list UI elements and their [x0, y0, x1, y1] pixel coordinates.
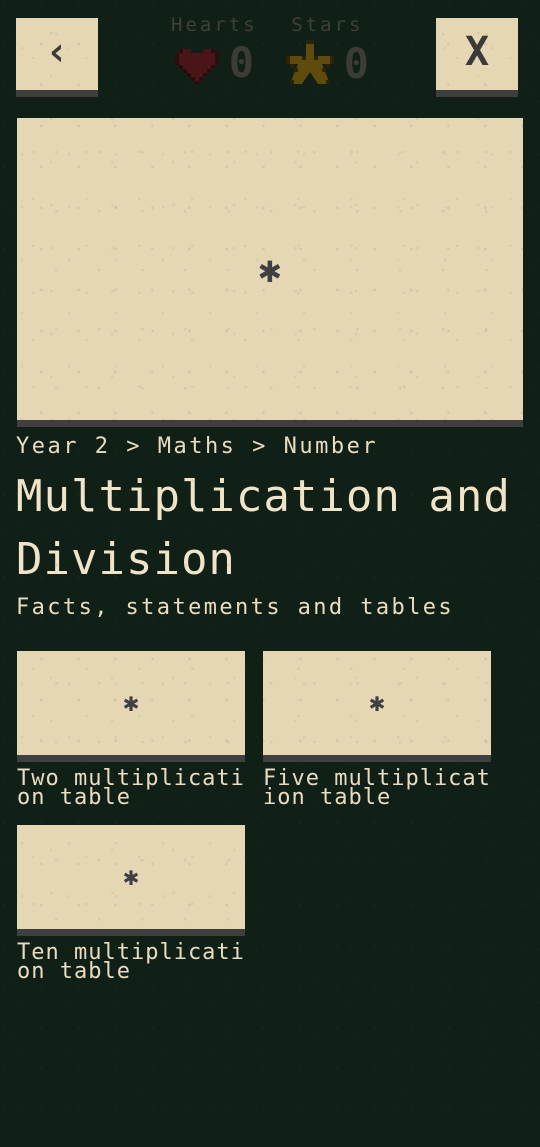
broken-image-icon: ✱	[123, 862, 139, 892]
close-icon: X	[464, 29, 490, 75]
counters-group: Hearts 0 Stars 0	[140, 14, 400, 88]
page-title: Multiplication and Division	[16, 471, 511, 585]
stars-row: 0	[285, 39, 369, 88]
topic-card-thumbnail: ✱	[17, 825, 245, 929]
topic-card-thumbnail: ✱	[263, 651, 491, 755]
hearts-counter: Hearts 0	[171, 14, 258, 88]
topic-card[interactable]: ✱ Five multiplication table	[263, 651, 491, 810]
broken-image-icon: ✱	[123, 688, 139, 718]
topic-card-grid: ✱ Two multiplication table ✱ Five multip…	[17, 651, 509, 984]
page-subtitle: Facts, statements and tables	[16, 595, 455, 621]
topic-card-label: Ten multiplication table	[17, 940, 245, 984]
content-header: Year 2 > Maths > Number Multiplication a…	[16, 434, 526, 622]
stars-label: Stars	[291, 14, 364, 36]
close-button[interactable]: X	[436, 18, 518, 90]
breadcrumb[interactable]: Year 2 > Maths > Number	[16, 434, 526, 460]
hero-image[interactable]: ✱	[17, 118, 523, 420]
hearts-row: 0	[174, 38, 254, 87]
topic-card-label: Two multiplication table	[17, 766, 245, 810]
hearts-label: Hearts	[171, 14, 258, 36]
app-root: ‹ Hearts 0 Stars 0 X ✱ Year 2 > Maths > …	[0, 0, 540, 1147]
chevron-left-icon: ‹	[44, 29, 70, 75]
topic-card[interactable]: ✱ Two multiplication table	[17, 651, 245, 810]
topic-card-label: Five multiplication table	[263, 766, 491, 810]
broken-image-icon: ✱	[369, 688, 385, 718]
broken-image-icon: ✱	[258, 247, 282, 291]
topic-card[interactable]: ✱ Ten multiplication table	[17, 825, 245, 984]
heart-icon	[174, 49, 219, 85]
stars-counter: Stars 0	[285, 14, 369, 88]
stars-value: 0	[343, 39, 369, 88]
back-button[interactable]: ‹	[16, 18, 98, 90]
topic-card-thumbnail: ✱	[17, 651, 245, 755]
top-bar: ‹ Hearts 0 Stars 0 X	[0, 0, 540, 118]
hearts-value: 0	[228, 38, 254, 87]
star-icon	[285, 40, 334, 84]
